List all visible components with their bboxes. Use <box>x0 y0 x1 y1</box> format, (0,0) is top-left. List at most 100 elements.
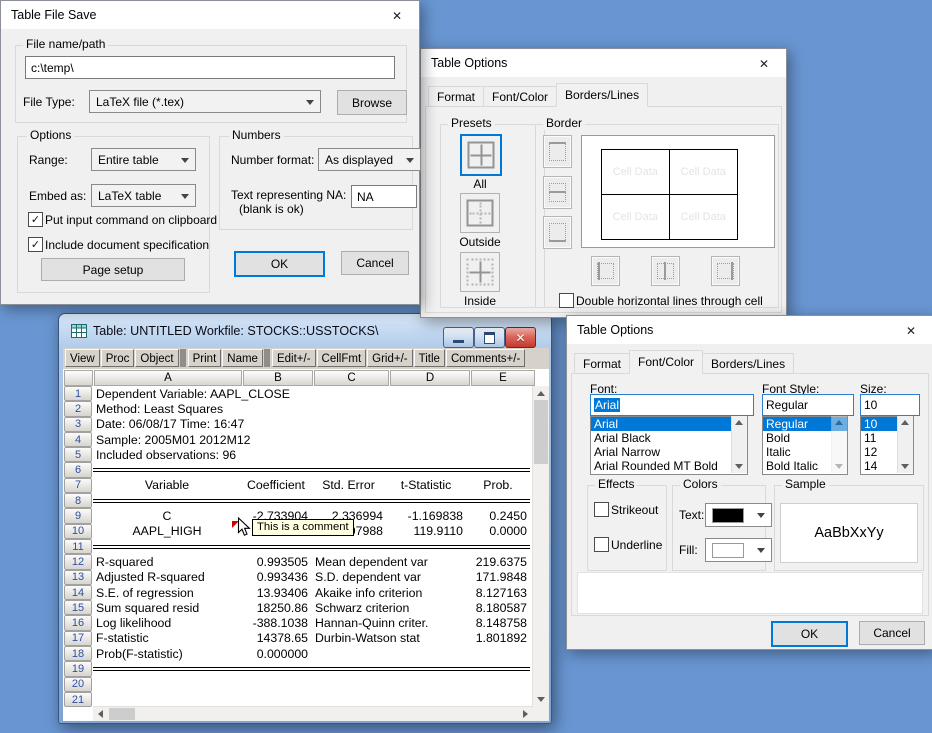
table-cell[interactable]: Durbin-Watson stat <box>311 631 466 646</box>
range-select[interactable]: Entire table <box>91 148 196 171</box>
table-cell[interactable]: Method: Least Squares <box>93 401 530 416</box>
table-cell[interactable] <box>466 646 530 661</box>
toolbar-button-view[interactable]: View <box>65 349 100 367</box>
ok-button[interactable]: OK <box>234 251 325 277</box>
close-icon[interactable]: ✕ <box>387 7 407 24</box>
number-format-select[interactable]: As displayed <box>318 148 421 171</box>
style-list-scrollbar[interactable] <box>831 416 847 473</box>
dialog-titlebar[interactable]: Table File Save <box>1 1 419 29</box>
table-cell[interactable]: S.E. of regression <box>93 585 241 600</box>
table-cell[interactable]: Mean dependent var <box>311 554 466 569</box>
row-header-19[interactable]: 19 <box>64 661 92 676</box>
table-cell[interactable]: AAPL_HIGH <box>93 524 241 539</box>
border-center-line-button[interactable] <box>651 256 680 286</box>
column-header-a[interactable]: A <box>94 370 242 386</box>
font-option[interactable]: Arial <box>591 417 747 431</box>
table-cell[interactable]: 119.9110 <box>386 524 466 539</box>
size-list-scrollbar[interactable] <box>897 416 913 473</box>
cancel-button[interactable]: Cancel <box>859 621 925 645</box>
tab-borders-lines[interactable]: Borders/Lines <box>702 353 794 374</box>
toolbar-button-object[interactable]: Object <box>135 349 178 367</box>
row-header-13[interactable]: 13 <box>64 570 92 585</box>
table-cell[interactable]: Prob(F-statistic) <box>93 646 241 661</box>
tab-font-color[interactable]: Font/Color <box>483 86 557 107</box>
docspec-checkbox[interactable] <box>28 237 43 252</box>
table-cell[interactable]: Adjusted R-squared <box>93 570 241 585</box>
tab-borders-lines[interactable]: Borders/Lines <box>556 83 648 107</box>
preview-cell[interactable]: Cell Data <box>670 150 738 195</box>
table-cell[interactable]: Std. Error <box>311 478 386 493</box>
table-cell[interactable]: 8.127163 <box>466 585 530 600</box>
row-header-8[interactable]: 8 <box>64 493 92 508</box>
table-cell[interactable] <box>311 646 466 661</box>
underline-checkbox[interactable] <box>594 537 609 552</box>
table-cell[interactable]: Schwarz criterion <box>311 600 466 615</box>
resize-grip[interactable] <box>533 707 549 721</box>
column-header-d[interactable]: D <box>390 370 470 386</box>
strikeout-checkbox[interactable] <box>594 502 609 517</box>
browse-button[interactable]: Browse <box>337 90 407 115</box>
table-cell[interactable]: R-squared <box>93 554 241 569</box>
dialog-titlebar[interactable]: Table Options <box>421 49 786 77</box>
border-top-line-button[interactable] <box>543 135 572 168</box>
tab-format[interactable]: Format <box>574 353 630 374</box>
table-cell[interactable]: 0.993436 <box>241 570 311 585</box>
preview-cell[interactable]: Cell Data <box>670 195 738 240</box>
table-cell[interactable]: 13.93406 <box>241 585 311 600</box>
font-list[interactable]: ArialArial BlackArial NarrowArial Rounde… <box>590 416 748 475</box>
vertical-scroll-thumb[interactable] <box>534 400 548 464</box>
column-header-e[interactable]: E <box>471 370 535 386</box>
column-header-c[interactable]: C <box>314 370 389 386</box>
toolbar-button-grid[interactable]: Grid+/- <box>367 349 412 367</box>
text-color-select[interactable] <box>705 503 772 527</box>
double-lines-checkbox[interactable] <box>559 293 574 308</box>
table-cell[interactable]: t-Statistic <box>386 478 466 493</box>
page-setup-button[interactable]: Page setup <box>41 258 185 281</box>
size-input[interactable]: 10 <box>860 394 920 416</box>
row-header-1[interactable]: 1 <box>64 386 92 401</box>
table-cell[interactable]: 171.9848 <box>466 570 530 585</box>
horizontal-scrollbar[interactable] <box>93 706 533 721</box>
row-header-5[interactable]: 5 <box>64 447 92 462</box>
table-cell[interactable]: 18250.86 <box>241 600 311 615</box>
table-cell[interactable]: 0.2450 <box>466 508 530 523</box>
table-cell[interactable]: Included observations: 96 <box>93 447 530 462</box>
font-option[interactable]: Arial Rounded MT Bold <box>591 459 747 473</box>
minimize-button[interactable] <box>443 327 474 348</box>
row-header-16[interactable]: 16 <box>64 615 92 630</box>
table-cell[interactable]: 0.993505 <box>241 554 311 569</box>
cancel-button[interactable]: Cancel <box>341 251 409 275</box>
fill-color-select[interactable] <box>705 538 772 562</box>
border-bottom-line-button[interactable] <box>543 216 572 249</box>
table-cell[interactable]: Log likelihood <box>93 615 241 630</box>
corner-cell[interactable] <box>64 370 93 386</box>
toolbar-button-proc[interactable]: Proc <box>101 349 135 367</box>
scroll-left-icon[interactable] <box>98 710 103 718</box>
file-type-select[interactable]: LaTeX file (*.tex) <box>89 90 321 113</box>
close-button[interactable]: ✕ <box>505 327 536 348</box>
preview-cell[interactable]: Cell Data <box>602 150 670 195</box>
clipboard-checkbox[interactable] <box>28 212 43 227</box>
embed-as-select[interactable]: LaTeX table <box>91 184 196 207</box>
scroll-down-icon[interactable] <box>537 697 545 702</box>
table-cell[interactable]: 0.0000 <box>466 524 530 539</box>
vertical-scrollbar[interactable] <box>532 386 549 707</box>
row-header-18[interactable]: 18 <box>64 646 92 661</box>
row-header-21[interactable]: 21 <box>64 692 92 707</box>
table-cell[interactable]: Sum squared resid <box>93 600 241 615</box>
ok-button[interactable]: OK <box>771 621 848 647</box>
row-header-6[interactable]: 6 <box>64 462 92 477</box>
close-icon[interactable]: ✕ <box>754 55 774 72</box>
close-icon[interactable]: ✕ <box>901 322 921 339</box>
border-right-line-button[interactable] <box>711 256 740 286</box>
column-header-b[interactable]: B <box>243 370 313 386</box>
row-header-9[interactable]: 9 <box>64 508 92 523</box>
border-left-line-button[interactable] <box>591 256 620 286</box>
table-cell[interactable]: F-statistic <box>93 631 241 646</box>
na-text-input[interactable]: NA <box>351 185 417 208</box>
table-cell[interactable]: Variable <box>93 478 241 493</box>
table-cell[interactable]: 8.148758 <box>466 615 530 630</box>
preset-outside-button[interactable] <box>460 193 500 233</box>
font-option[interactable]: Arial Narrow <box>591 445 747 459</box>
tab-format[interactable]: Format <box>428 86 484 107</box>
